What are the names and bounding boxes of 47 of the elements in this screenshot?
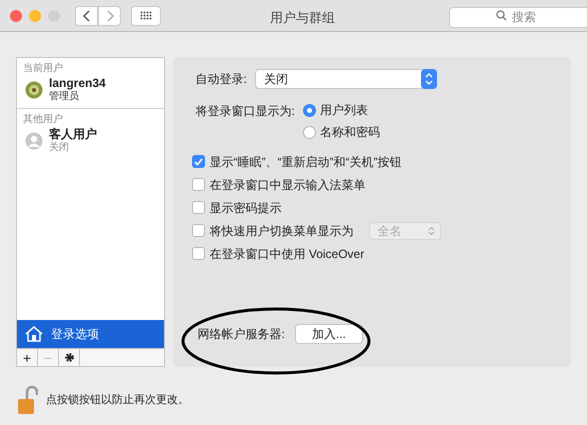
login-window-label: 将登录窗口显示为:: [196, 103, 295, 120]
user-silhouette-icon: [25, 132, 43, 150]
stepper-icon: [420, 69, 437, 89]
user-item[interactable]: langren34 管理员: [17, 76, 164, 108]
minimize-button[interactable]: [29, 10, 41, 22]
checkbox-label: 在登录窗口中显示输入法菜单: [210, 176, 366, 194]
settings-icon: [64, 352, 74, 363]
avatar-icon: [25, 81, 43, 99]
checkbox-label: 在登录窗口中使用 VoiceOver: [210, 246, 364, 262]
user-item[interactable]: 客人用户 关闭: [17, 127, 164, 159]
user-name: langren34: [49, 76, 106, 90]
checkbox-label: 将快速用户切换菜单显示为: [210, 222, 354, 240]
auto-login-label: 自动登录:: [196, 71, 247, 88]
checkbox-label: 显示“睡眠”、“重新启动”和“关机”按钮: [210, 154, 402, 170]
window-title: 用户与群组: [270, 9, 335, 27]
search-icon: [496, 10, 507, 21]
checkbox[interactable]: [192, 155, 205, 168]
radio-button[interactable]: [302, 126, 316, 138]
lock-hint: 点按锁按钮以防止再次更改。: [46, 392, 189, 408]
radio-label: 名称和密码: [320, 124, 380, 141]
network-server-label: 网络帐户服务器:: [198, 326, 285, 343]
checkbox-label: 显示密码提示: [210, 200, 282, 216]
join-button[interactable]: 加入...: [294, 324, 363, 344]
checkbox[interactable]: [192, 247, 205, 260]
radio-button[interactable]: [302, 104, 316, 116]
house-icon: [25, 326, 43, 342]
add-button[interactable]: +: [17, 349, 38, 366]
close-button[interactable]: [10, 10, 22, 22]
checkbox[interactable]: [192, 201, 205, 214]
user-role: 管理员: [49, 90, 80, 104]
stepper-icon: [428, 226, 435, 236]
padlock-icon[interactable]: [16, 385, 38, 415]
radio-label: 用户列表: [320, 102, 368, 119]
chevron-right-icon: [106, 10, 114, 22]
user-role: 关闭: [49, 141, 70, 155]
login-options-item[interactable]: 登录选项: [17, 320, 164, 348]
grid-button[interactable]: [131, 6, 161, 26]
checkbox[interactable]: [192, 224, 205, 237]
user-name: 客人用户: [49, 127, 97, 141]
section-heading: 其他用户: [22, 112, 64, 127]
checkbox[interactable]: [192, 178, 205, 191]
chevron-left-icon: [82, 10, 90, 22]
auto-login-select[interactable]: 关闭: [254, 69, 437, 89]
search-field[interactable]: 搜索: [449, 6, 587, 28]
section-heading: 当前用户: [22, 62, 64, 76]
back-button[interactable]: [75, 6, 98, 26]
dot-grid-icon: [140, 11, 152, 20]
